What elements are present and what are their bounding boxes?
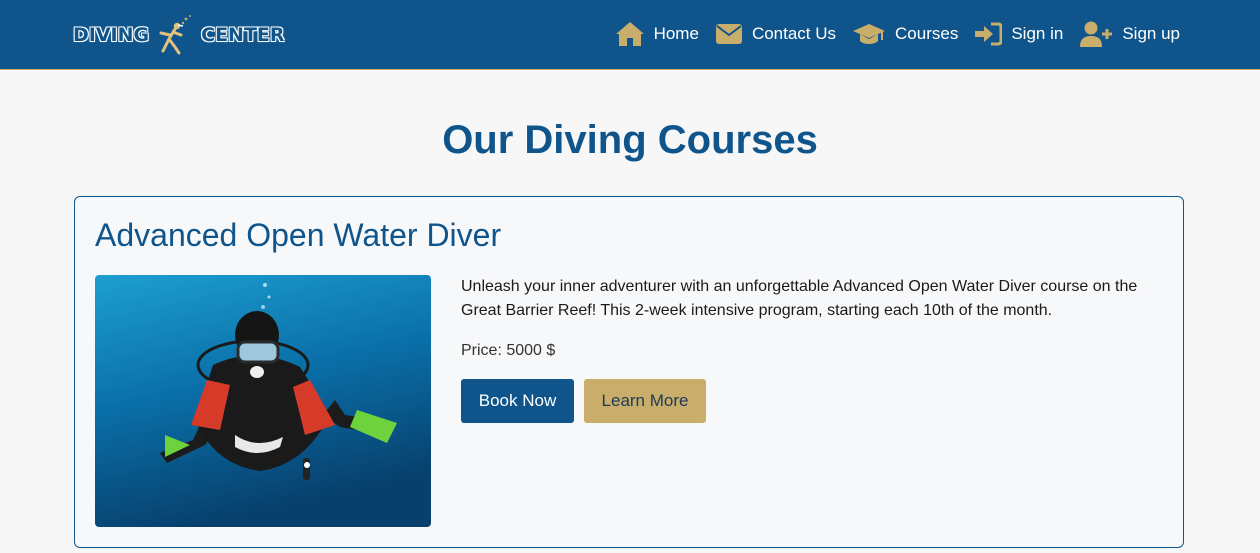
navbar: DIVING CENTER Home Contact Us Courses Si… — [0, 0, 1260, 70]
diver-logo-icon — [159, 15, 192, 55]
nav-home[interactable]: Home — [615, 21, 699, 47]
nav-signup[interactable]: Sign up — [1079, 20, 1180, 48]
brand-logo-text-diving: DIVING — [73, 24, 150, 46]
course-description: Unleash your inner adventurer with an un… — [461, 278, 1138, 319]
nav-courses[interactable]: Courses — [852, 22, 958, 46]
scuba-diver-image — [95, 275, 431, 527]
nav-contact[interactable]: Contact Us — [715, 23, 836, 45]
home-icon — [615, 22, 644, 46]
course-price: Price: 5000 $ — [461, 342, 556, 359]
learn-more-button[interactable]: Learn More — [584, 379, 706, 423]
nav-signup-label: Sign up — [1122, 24, 1180, 43]
brand-logo-text-center: CENTER — [201, 24, 285, 46]
nav-signin[interactable]: Sign in — [974, 22, 1063, 46]
nav-signin-label: Sign in — [1011, 24, 1064, 43]
graduation-cap-icon — [853, 24, 886, 44]
book-now-button[interactable]: Book Now — [461, 379, 574, 423]
sign-in-icon — [975, 22, 1003, 46]
course-image — [95, 275, 431, 527]
main-nav: Home Contact Us Courses Sign in Sign up — [599, 0, 1180, 68]
nav-contact-label: Contact Us — [751, 24, 837, 43]
brand-logo[interactable]: DIVING CENTER — [73, 13, 285, 57]
nav-home-label: Home — [653, 24, 699, 43]
course-title: Advanced Open Water Diver — [95, 217, 502, 253]
user-plus-icon — [1080, 21, 1113, 47]
page-title: Our Diving Courses — [442, 118, 818, 162]
course-card: Advanced Open Water Diver Unleash your i… — [74, 196, 1184, 548]
nav-courses-label: Courses — [895, 24, 959, 43]
envelope-icon — [715, 24, 742, 44]
